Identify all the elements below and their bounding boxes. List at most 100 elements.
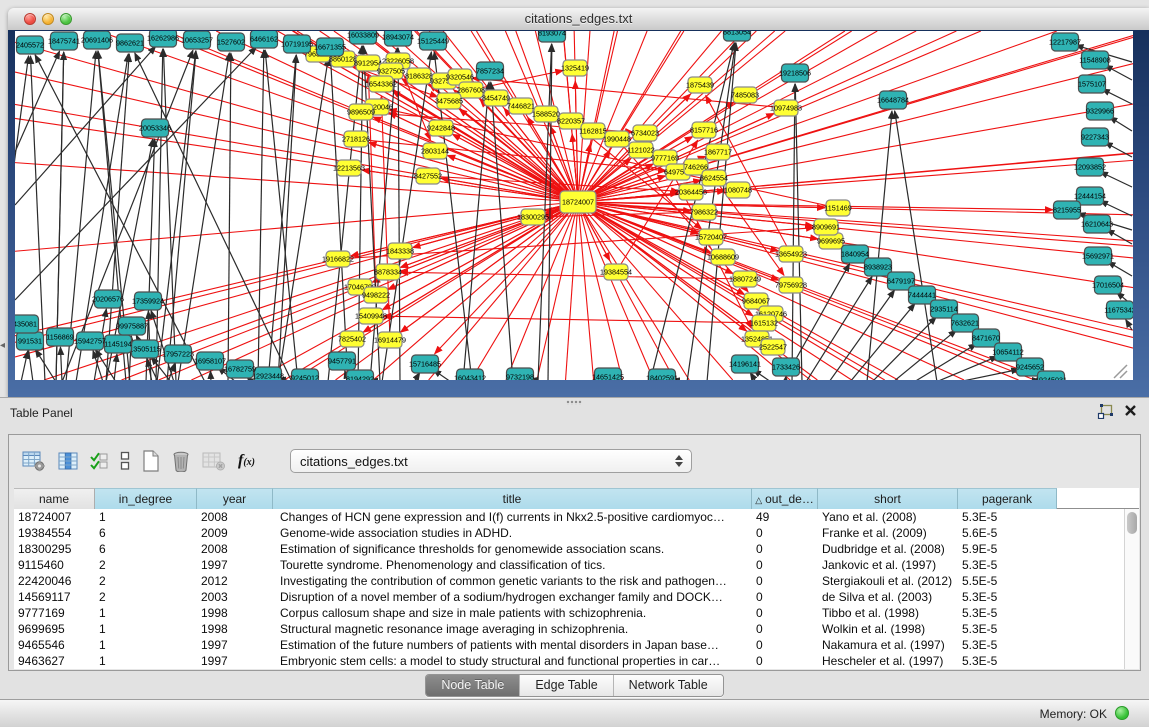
delete-table-button[interactable]: [201, 450, 227, 472]
network-node[interactable]: 16648784: [877, 91, 909, 109]
cell-name[interactable]: 9777169: [14, 605, 95, 621]
cell-short[interactable]: Franke et al. (2009): [818, 525, 958, 541]
network-node[interactable]: 2522547: [759, 339, 787, 355]
network-node[interactable]: 3475685: [435, 93, 463, 109]
network-node[interactable]: 17359924: [132, 292, 164, 310]
cell-short[interactable]: Hescheler et al. (1997): [818, 653, 958, 669]
cell-name[interactable]: 18300295: [14, 541, 95, 557]
network-node[interactable]: 15125449: [417, 32, 449, 50]
network-node[interactable]: 20364456: [675, 184, 707, 200]
cell-pagerank[interactable]: 5.3E-5: [958, 589, 1057, 605]
network-node[interactable]: 19218506: [779, 64, 811, 82]
table-row[interactable]: 946554611997Estimation of the future num…: [14, 637, 1139, 653]
network-node[interactable]: 16782759: [224, 360, 256, 378]
show-column-button[interactable]: [57, 450, 79, 472]
cell-pagerank[interactable]: 5.3E-5: [958, 557, 1057, 573]
network-node[interactable]: 9242848: [427, 120, 455, 136]
column-header-short[interactable]: short: [818, 488, 958, 509]
network-node[interactable]: 1156869: [46, 328, 73, 346]
table-row[interactable]: 1872400712008Changes of HCN gene express…: [14, 509, 1139, 525]
cell-in_degree[interactable]: 2: [95, 557, 197, 573]
cell-short[interactable]: Dudbridge et al. (2008): [818, 541, 958, 557]
network-node[interactable]: 1875439: [686, 77, 714, 93]
network-node[interactable]: 11548908: [1079, 51, 1110, 69]
network-node[interactable]: 2718126: [342, 131, 370, 147]
network-node[interactable]: 12093852: [1074, 158, 1106, 176]
cell-pagerank[interactable]: 5.3E-5: [958, 605, 1057, 621]
cell-name[interactable]: 9465546: [14, 637, 95, 653]
cell-title[interactable]: Estimation of the future numbers of pati…: [273, 637, 752, 653]
cell-out_degree[interactable]: 0: [752, 637, 818, 653]
network-node[interactable]: 17016504: [1092, 276, 1124, 294]
network-node[interactable]: 1843338: [386, 243, 414, 259]
table-row[interactable]: 977716911998Corpus callosum shape and si…: [14, 605, 1139, 621]
cell-name[interactable]: 18724007: [14, 509, 95, 525]
network-node[interactable]: 9896509: [347, 104, 375, 120]
network-node[interactable]: 1867717: [704, 144, 732, 160]
window-titlebar[interactable]: citations_edges.txt: [8, 8, 1149, 31]
network-node[interactable]: 19166822: [322, 251, 354, 267]
network-node[interactable]: 10719195: [281, 35, 313, 53]
network-node[interactable]: 15409948: [355, 308, 387, 324]
network-node[interactable]: 8427552: [414, 168, 442, 184]
cell-year[interactable]: 1997: [197, 653, 273, 669]
network-node[interactable]: 8813054: [723, 31, 751, 41]
network-node[interactable]: 1080748: [724, 182, 752, 198]
cell-title[interactable]: Corpus callosum shape and size in male p…: [273, 605, 752, 621]
network-node[interactable]: 8186328: [405, 68, 433, 84]
network-node[interactable]: 19384554: [600, 264, 632, 280]
network-node[interactable]: 1588520: [532, 106, 560, 122]
column-header-name[interactable]: name: [14, 488, 95, 509]
cell-out_degree[interactable]: 0: [752, 589, 818, 605]
cell-title[interactable]: Estimation of significance thresholds fo…: [273, 541, 752, 557]
cell-in_degree[interactable]: 1: [95, 621, 197, 637]
column-header-in_degree[interactable]: in_degree: [95, 488, 197, 509]
cell-year[interactable]: 1997: [197, 557, 273, 573]
network-node[interactable]: 9498222: [362, 287, 390, 303]
network-node[interactable]: 18724007: [560, 191, 596, 213]
network-node[interactable]: 435081: [15, 315, 39, 333]
tab-network-table[interactable]: Network Table: [613, 675, 723, 696]
cell-name[interactable]: 19384554: [14, 525, 95, 541]
scrollbar-thumb[interactable]: [1127, 512, 1137, 534]
network-node[interactable]: 17957223: [162, 345, 194, 363]
network-node[interactable]: 7986322: [690, 204, 718, 220]
cell-out_degree[interactable]: 0: [752, 605, 818, 621]
cell-name[interactable]: 9699695: [14, 621, 95, 637]
table-row[interactable]: 969969511998Structural magnetic resonanc…: [14, 621, 1139, 637]
cell-in_degree[interactable]: 1: [95, 637, 197, 653]
cell-in_degree[interactable]: 6: [95, 525, 197, 541]
cell-pagerank[interactable]: 5.6E-5: [958, 525, 1057, 541]
network-node[interactable]: 16543362: [365, 76, 397, 92]
row-height-button[interactable]: [119, 450, 131, 472]
cell-in_degree[interactable]: 6: [95, 541, 197, 557]
cell-in_degree[interactable]: 1: [95, 509, 197, 525]
cell-title[interactable]: Disruption of a novel member of a sodium…: [273, 589, 752, 605]
network-node[interactable]: 1325419: [561, 60, 589, 76]
network-node[interactable]: 11675342: [1104, 301, 1133, 319]
cell-short[interactable]: Nakamura et al. (1997): [818, 637, 958, 653]
tab-edge-table[interactable]: Edge Table: [519, 675, 612, 696]
cell-in_degree[interactable]: 1: [95, 605, 197, 621]
cell-short[interactable]: Jankovic et al. (1997): [818, 557, 958, 573]
cell-out_degree[interactable]: 0: [752, 621, 818, 637]
cell-out_degree[interactable]: 0: [752, 573, 818, 589]
cell-title[interactable]: Changes of HCN gene expression and I(f) …: [273, 509, 752, 525]
cell-in_degree[interactable]: 1: [95, 653, 197, 669]
cell-out_degree[interactable]: 0: [752, 557, 818, 573]
select-column-button[interactable]: [89, 450, 109, 472]
table-row[interactable]: 1456911722003Disruption of a novel membe…: [14, 589, 1139, 605]
cell-out_degree[interactable]: 49: [752, 509, 818, 525]
network-node[interactable]: 18475741: [48, 32, 80, 50]
network-node[interactable]: 7485083: [731, 87, 759, 103]
network-node[interactable]: 16043412: [454, 369, 486, 380]
network-node[interactable]: 12923448: [252, 367, 284, 380]
network-node[interactable]: 10653257: [181, 31, 213, 49]
table-row[interactable]: 2242004622012Investigating the contribut…: [14, 573, 1139, 589]
cell-year[interactable]: 2003: [197, 589, 273, 605]
network-node[interactable]: 20691406: [81, 31, 113, 49]
cell-name[interactable]: 14569117: [14, 589, 95, 605]
table-row[interactable]: 1830029562008Estimation of significance …: [14, 541, 1139, 557]
network-node[interactable]: 8194292: [346, 370, 374, 380]
cell-out_degree[interactable]: 0: [752, 541, 818, 557]
